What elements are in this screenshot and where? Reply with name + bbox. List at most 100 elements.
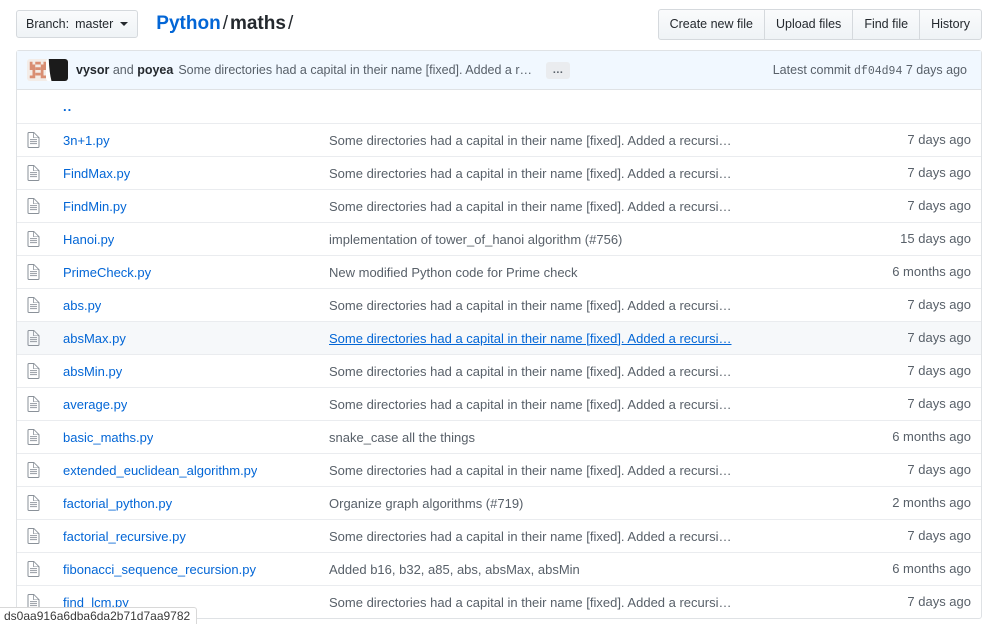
file-commit-message-link[interactable]: implementation of tower_of_hanoi algorit… — [329, 232, 622, 247]
file-name-cell: absMax.py — [53, 321, 319, 354]
table-row[interactable]: factorial_recursive.py Some directories h… — [17, 519, 981, 552]
table-row[interactable]: absMax.py Some directories had a capital … — [17, 321, 981, 354]
create-new-file-button[interactable]: Create new file — [659, 10, 765, 39]
file-name-link[interactable]: factorial_python.py — [63, 496, 172, 511]
table-row[interactable]: factorial_python.py Organize graph algori… — [17, 486, 981, 519]
file-age-cell: 7 days ago — [829, 123, 981, 156]
commit-author-primary[interactable]: vysor — [76, 63, 109, 77]
file-name-link[interactable]: basic_maths.py — [63, 430, 153, 445]
file-commit-message-link[interactable]: Some directories had a capital in their … — [329, 166, 732, 181]
history-button[interactable]: History — [920, 10, 981, 39]
file-name-link[interactable]: absMax.py — [63, 331, 126, 346]
file-name-cell: basic_maths.py — [53, 420, 319, 453]
chevron-down-icon — [120, 22, 128, 26]
table-row[interactable]: extended_euclidean_algorithm.py Some dire… — [17, 453, 981, 486]
table-row[interactable]: fibonacci_sequence_recursion.py Added b16… — [17, 552, 981, 585]
file-commit-message-link[interactable]: Organize graph algorithms (#719) — [329, 496, 523, 511]
file-commit-message-cell: Some directories had a capital in their … — [319, 189, 829, 222]
table-row[interactable]: absMin.py Some directories had a capital … — [17, 354, 981, 387]
table-row[interactable]: PrimeCheck.py New modified Python code fo… — [17, 255, 981, 288]
file-icon — [27, 165, 40, 181]
upload-files-button[interactable]: Upload files — [765, 10, 853, 39]
table-row[interactable]: FindMin.py Some directories had a capital… — [17, 189, 981, 222]
branch-selector-button[interactable]: Branch: master — [16, 10, 138, 38]
file-commit-message-link[interactable]: Some directories had a capital in their … — [329, 595, 732, 610]
file-commit-message-link[interactable]: Some directories had a capital in their … — [329, 133, 732, 148]
file-name-link[interactable]: factorial_recursive.py — [63, 529, 186, 544]
branch-selector-prefix: Branch: — [26, 17, 69, 31]
file-name-link[interactable]: FindMin.py — [63, 199, 127, 214]
file-commit-message-cell: snake_case all the things — [319, 420, 829, 453]
file-icon-cell — [17, 288, 53, 321]
file-name-link[interactable]: Hanoi.py — [63, 232, 114, 247]
commit-author-secondary[interactable]: poyea — [137, 63, 173, 77]
file-icon — [27, 330, 40, 346]
file-icon — [27, 264, 40, 280]
file-commit-message-link[interactable]: Some directories had a capital in their … — [329, 397, 732, 412]
file-commit-message-cell: Some directories had a capital in their … — [319, 453, 829, 486]
table-row[interactable]: average.py Some directories had a capital… — [17, 387, 981, 420]
file-name-cell: 3n+1.py — [53, 123, 319, 156]
file-name-cell: factorial_recursive.py — [53, 519, 319, 552]
file-list-table: .. 3n+1.py Some directories had a capital… — [17, 90, 981, 618]
file-commit-message-link[interactable]: Some directories had a capital in their … — [329, 529, 732, 544]
file-age-cell: 6 months ago — [829, 255, 981, 288]
parent-directory-name-cell: .. — [53, 90, 319, 123]
file-icon — [27, 528, 40, 544]
github-file-browser-page: Branch: master Python/maths/ Create new … — [0, 0, 998, 624]
file-name-cell: Hanoi.py — [53, 222, 319, 255]
file-commit-message-link[interactable]: snake_case all the things — [329, 430, 475, 445]
file-name-link[interactable]: FindMax.py — [63, 166, 130, 181]
file-name-link[interactable]: extended_euclidean_algorithm.py — [63, 463, 257, 478]
parent-directory-message-cell — [319, 90, 829, 123]
file-commit-message-link[interactable]: Added b16, b32, a85, abs, absMax, absMin — [329, 562, 580, 577]
table-row[interactable]: 3n+1.py Some directories had a capital in… — [17, 123, 981, 156]
file-commit-message-cell: Some directories had a capital in their … — [319, 156, 829, 189]
file-icon — [27, 462, 40, 478]
table-row[interactable]: abs.py Some directories had a capital in … — [17, 288, 981, 321]
file-icon — [27, 561, 40, 577]
file-name-link[interactable]: absMin.py — [63, 364, 122, 379]
repo-action-button-group: Create new file Upload files Find file H… — [658, 9, 982, 40]
file-icon — [27, 429, 40, 445]
file-commit-message-link[interactable]: Some directories had a capital in their … — [329, 298, 732, 313]
file-commit-message-link[interactable]: Some directories had a capital in their … — [329, 364, 732, 379]
file-name-link[interactable]: average.py — [63, 397, 127, 412]
commit-sha-link[interactable]: df04d94 — [854, 65, 902, 78]
table-row[interactable]: Hanoi.py implementation of tower_of_hanoi… — [17, 222, 981, 255]
table-row[interactable]: basic_maths.pysnake_case all the things6… — [17, 420, 981, 453]
file-age-cell: 15 days ago — [829, 222, 981, 255]
file-name-link[interactable]: abs.py — [63, 298, 101, 313]
file-commit-message-link[interactable]: New modified Python code for Prime check — [329, 265, 578, 280]
file-name-cell: extended_euclidean_algorithm.py — [53, 453, 319, 486]
file-age-cell: 7 days ago — [829, 519, 981, 552]
file-name-cell: factorial_python.py — [53, 486, 319, 519]
table-row[interactable]: FindMax.py Some directories had a capital… — [17, 156, 981, 189]
avatar[interactable] — [46, 59, 68, 81]
file-commit-message-link[interactable]: Some directories had a capital in their … — [329, 463, 732, 478]
file-icon-cell — [17, 486, 53, 519]
find-file-button[interactable]: Find file — [853, 10, 920, 39]
parent-directory-age-cell — [829, 90, 981, 123]
file-age-cell: 7 days ago — [829, 321, 981, 354]
file-commit-message-link[interactable]: Some directories had a capital in their … — [329, 331, 732, 346]
commit-authors: vysor and poyea — [76, 63, 173, 77]
file-name-link[interactable]: 3n+1.py — [63, 133, 110, 148]
file-commit-message-link[interactable]: Some directories had a capital in their … — [329, 199, 732, 214]
commit-author-avatars — [27, 59, 68, 81]
file-icon-cell — [17, 420, 53, 453]
parent-directory-link[interactable]: .. — [63, 99, 72, 114]
repo-toolbar: Branch: master Python/maths/ Create new … — [16, 0, 982, 42]
file-commit-message-cell: Some directories had a capital in their … — [319, 354, 829, 387]
file-name-link[interactable]: PrimeCheck.py — [63, 265, 151, 280]
file-name-link[interactable]: fibonacci_sequence_recursion.py — [63, 562, 256, 577]
latest-commit-message[interactable]: Some directories had a capital in their … — [178, 63, 538, 77]
file-icon-cell — [17, 321, 53, 354]
breadcrumb-separator-1: / — [221, 13, 230, 34]
file-icon-cell — [17, 519, 53, 552]
file-age-cell: 7 days ago — [829, 354, 981, 387]
expand-commit-message-button[interactable]: … — [546, 62, 570, 79]
latest-commit-age: 7 days ago — [906, 63, 967, 77]
parent-directory-row[interactable]: .. — [17, 90, 981, 123]
breadcrumb-repo-link[interactable]: Python — [156, 13, 220, 34]
